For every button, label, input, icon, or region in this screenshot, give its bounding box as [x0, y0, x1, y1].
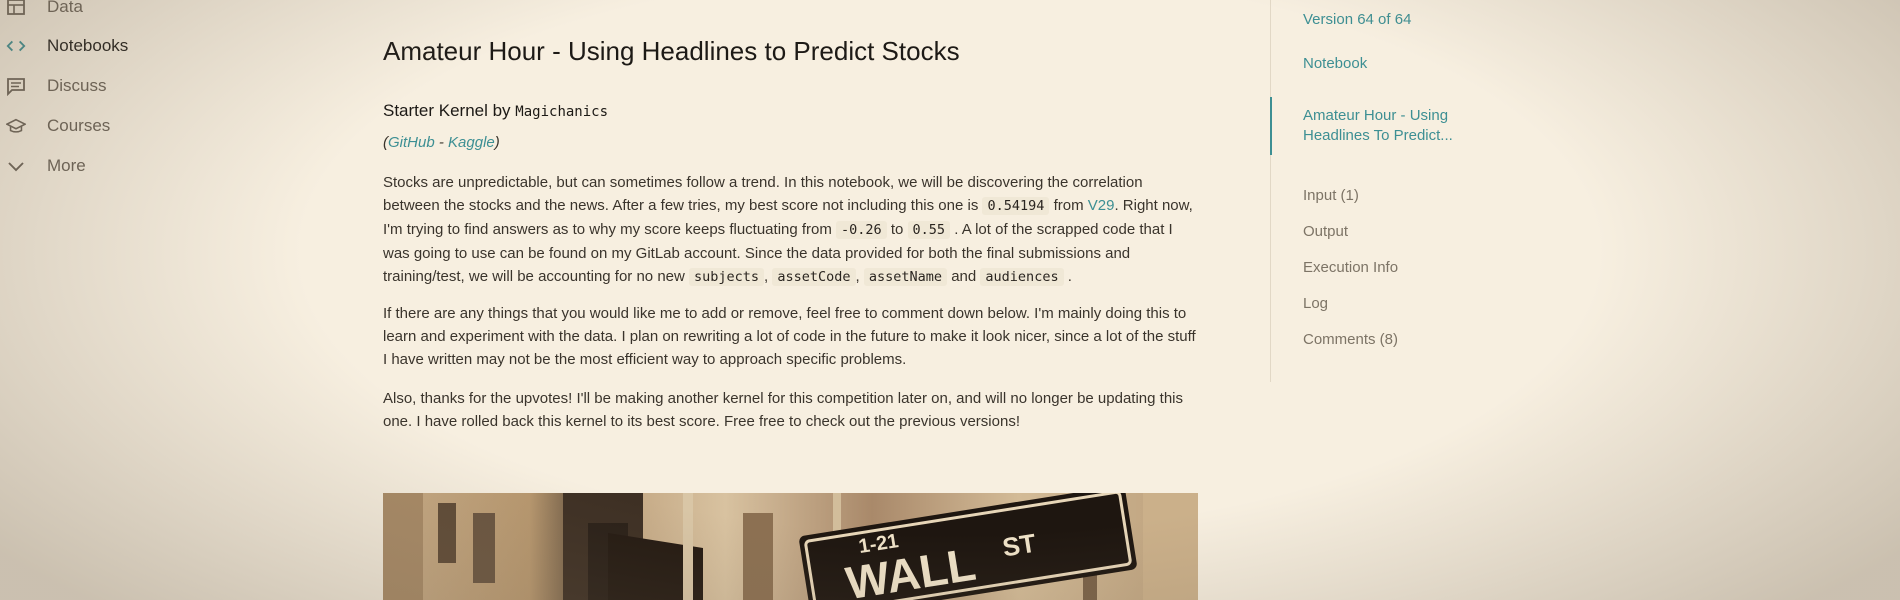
toc-active-section[interactable]: Amateur Hour - Using Headlines To Predic…	[1303, 106, 1483, 146]
period: .	[1067, 268, 1072, 285]
notebook-toc: Version 64 of 64 Notebook Amateur Hour -…	[1270, 0, 1570, 385]
nav-label-more: More	[47, 156, 86, 175]
starter-kernel-line: Starter Kernel by Magichanics	[383, 101, 608, 121]
version-link-toc[interactable]: Version 64 of 64	[1303, 11, 1411, 28]
nav-label-courses: Courses	[47, 116, 111, 135]
comma-2: ,	[855, 268, 860, 285]
comma-1: ,	[764, 268, 769, 285]
p1-text-2: from	[1053, 197, 1084, 214]
assetcode-code: assetCode	[772, 268, 856, 286]
score-low-code: -0.26	[836, 221, 887, 239]
audiences-code: audiences	[980, 268, 1064, 286]
toc-execution-info[interactable]: Execution Info	[1303, 259, 1398, 276]
nav-label-discuss: Discuss	[47, 76, 107, 95]
toc-comments[interactable]: Comments (8)	[1303, 331, 1398, 348]
p1-text-4: to	[890, 221, 904, 238]
left-sidebar: Data Notebooks Discuss Courses More	[0, 0, 220, 600]
kaggle-link[interactable]: Kaggle	[448, 134, 495, 151]
intro-paragraph: Stocks are unpredictable, but can someti…	[383, 171, 1198, 289]
discussion-icon	[6, 76, 26, 96]
link-separator: -	[434, 134, 449, 151]
code-icon	[6, 36, 26, 56]
feedback-paragraph: If there are any things that you would l…	[383, 305, 1196, 368]
notebook-title: Amateur Hour - Using Headlines to Predic…	[383, 36, 960, 66]
close-paren: )	[494, 134, 500, 151]
toc-log[interactable]: Log	[1303, 295, 1328, 312]
starter-prefix: Starter Kernel by	[383, 101, 511, 120]
nav-label-data: Data	[47, 0, 83, 16]
and-text: and	[951, 268, 977, 285]
sign-suffix-text: ST	[1000, 528, 1038, 563]
version-link[interactable]: V29	[1088, 197, 1115, 214]
thanks-paragraph: Also, thanks for the upvotes! I'll be ma…	[383, 390, 1183, 430]
graduation-cap-icon	[6, 116, 26, 136]
github-link[interactable]: GitHub	[388, 134, 435, 151]
table-icon	[6, 0, 26, 17]
profile-links: (GitHub - Kaggle)	[383, 134, 500, 151]
best-score-code: 0.54194	[982, 197, 1050, 215]
nav-label-notebooks: Notebooks	[47, 36, 129, 55]
author-name: Magichanics	[515, 104, 609, 120]
toc-notebook[interactable]: Notebook	[1303, 55, 1367, 72]
toc-divider	[1270, 0, 1271, 382]
nav-item-discuss[interactable]: Discuss	[0, 66, 200, 106]
toc-output[interactable]: Output	[1303, 223, 1348, 240]
toc-active-indicator	[1270, 97, 1272, 155]
chevron-down-icon	[6, 156, 26, 176]
toc-input[interactable]: Input (1)	[1303, 187, 1359, 204]
score-high-code: 0.55	[907, 221, 951, 239]
nav-item-data[interactable]: Data	[0, 0, 200, 27]
nav-item-courses[interactable]: Courses	[0, 106, 200, 146]
nav-item-more[interactable]: More	[0, 146, 200, 186]
nav-item-notebooks[interactable]: Notebooks	[0, 26, 200, 66]
assetname-code: assetName	[863, 268, 948, 286]
subjects-code: subjects	[689, 268, 765, 286]
wall-street-image: 1-21 WALL ST	[383, 493, 1198, 600]
